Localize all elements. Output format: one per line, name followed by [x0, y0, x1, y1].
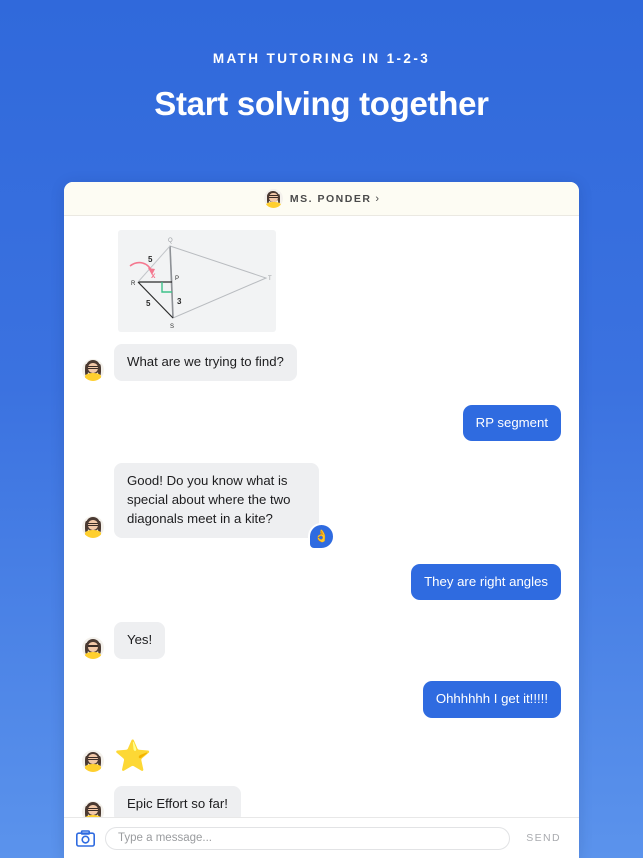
message-bubble-tutor[interactable]: Epic Effort so far!	[114, 785, 241, 817]
message-input[interactable]	[105, 826, 511, 850]
message-row: Good! Do you know what is special about …	[64, 463, 579, 550]
label-qr-length: 5	[148, 255, 153, 264]
message-text: Good! Do you know what is special about …	[127, 473, 291, 526]
message-composer: SEND	[64, 817, 579, 858]
reaction-badge-ok-hand[interactable]: 👌	[308, 522, 335, 550]
message-bubble-tutor[interactable]: Good! Do you know what is special about …	[114, 463, 335, 550]
vertex-label-q: Q	[168, 238, 173, 244]
message-row: What are we trying to find?	[64, 344, 579, 381]
message-row: Epic Effort so far!	[64, 785, 579, 817]
kite-geometry-diagram[interactable]: Q R P S T 5 x 5 3	[118, 230, 276, 332]
chat-card: MS. PONDER › Q R P S T 5 x 5 3 What are …	[64, 182, 579, 858]
label-rs-length: 5	[146, 299, 151, 308]
chat-header: MS. PONDER ›	[64, 182, 579, 216]
vertex-label-s: S	[170, 324, 174, 330]
vertex-label-r: R	[131, 281, 136, 287]
send-button[interactable]: SEND	[520, 831, 567, 845]
message-row: Ohhhhhh I get it!!!!!	[64, 681, 579, 718]
camera-icon[interactable]	[76, 829, 95, 847]
tutor-avatar-icon	[82, 358, 104, 381]
message-bubble-user[interactable]: They are right angles	[411, 563, 561, 601]
label-ps-length: 3	[177, 297, 182, 306]
promo-title: Start solving together	[154, 84, 489, 122]
message-list[interactable]: Q R P S T 5 x 5 3 What are we trying to …	[64, 216, 579, 817]
label-unknown-x: x	[151, 271, 156, 280]
vertex-label-p: P	[175, 276, 179, 282]
message-row: RP segment	[64, 404, 579, 442]
promo-header: MATH TUTORING IN 1-2-3 Start solving tog…	[0, 0, 643, 122]
message-row: They are right angles	[64, 563, 579, 601]
message-bubble-tutor[interactable]: Yes!	[114, 622, 166, 660]
tutor-name: MS. PONDER	[289, 192, 372, 205]
vertex-label-t: T	[268, 276, 272, 282]
tutor-avatar-icon	[82, 515, 104, 538]
diagram-message: Q R P S T 5 x 5 3	[64, 216, 579, 336]
star-emoji-message[interactable]: ⭐	[114, 741, 151, 772]
message-row: ⭐	[64, 741, 579, 772]
tutor-avatar-icon	[82, 637, 104, 660]
promo-eyebrow: MATH TUTORING IN 1-2-3	[212, 51, 431, 66]
tutor-profile-link[interactable]: MS. PONDER ›	[263, 189, 380, 208]
tutor-avatar-icon	[82, 800, 104, 817]
message-bubble-user[interactable]: Ohhhhhh I get it!!!!!	[422, 681, 561, 718]
tutor-avatar-icon	[263, 189, 283, 208]
chevron-right-icon: ›	[375, 192, 380, 205]
message-row: Yes!	[64, 622, 579, 660]
message-bubble-tutor[interactable]: What are we trying to find?	[114, 344, 297, 381]
message-bubble-user[interactable]: RP segment	[462, 404, 561, 442]
tutor-avatar-icon	[82, 749, 104, 772]
